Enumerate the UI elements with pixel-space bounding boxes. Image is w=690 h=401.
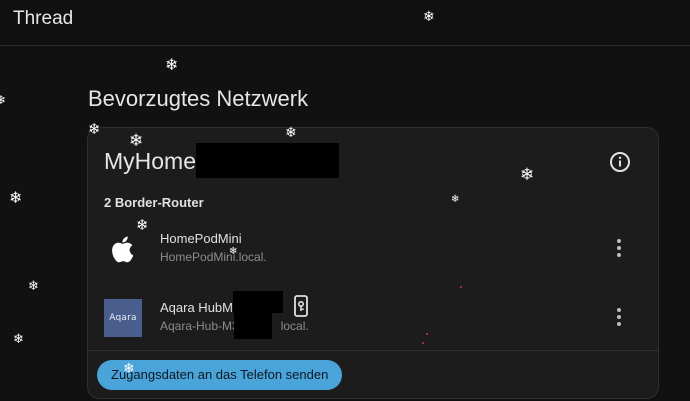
send-credentials-button[interactable]: Zugangsdaten an das Telefon senden (97, 360, 343, 390)
router-row-homepodmini[interactable]: HomePodMini HomePodMini.local. (88, 222, 658, 278)
snowflake-icon: ❄ (13, 332, 24, 347)
snowflake-icon: ❄ (165, 55, 179, 74)
snowflake-icon: ❄ (9, 188, 23, 207)
more-options-icon[interactable] (610, 306, 628, 328)
router-hostname: HomePodMini.local. (160, 250, 267, 264)
card-divider (88, 350, 658, 351)
section-title: Bevorzugtes Netzwerk (88, 86, 309, 111)
snowflake-icon: ❄ (0, 93, 7, 107)
aqara-logo: Aqara (104, 299, 142, 337)
border-router-count: 2 Border-Router (104, 195, 204, 210)
router-name: HomePodMini (160, 231, 242, 246)
snow-dot (422, 342, 424, 344)
apple-logo-icon (104, 230, 142, 268)
more-options-icon[interactable] (610, 237, 628, 259)
app-title: Thread (13, 8, 74, 29)
info-icon[interactable] (608, 150, 632, 174)
snow-dot (460, 286, 462, 288)
snow-dot (426, 333, 428, 335)
router-name: Aqara HubM3 (160, 300, 241, 315)
router-row-aqara-hubm3[interactable]: Aqara Aqara HubM3 Aqara-Hub-M3- local. (88, 291, 658, 347)
redacted-router-name (233, 291, 283, 313)
preferred-network-card: MyHome 2 Border-Router HomePodMini HomeP… (87, 127, 659, 399)
snowflake-icon: ❄ (28, 279, 39, 294)
top-app-bar: Thread (0, 0, 690, 46)
redacted-network-suffix (196, 143, 339, 178)
credentials-key-icon[interactable] (292, 295, 310, 317)
network-name: MyHome (104, 148, 197, 174)
redacted-hostname-part (234, 313, 272, 339)
